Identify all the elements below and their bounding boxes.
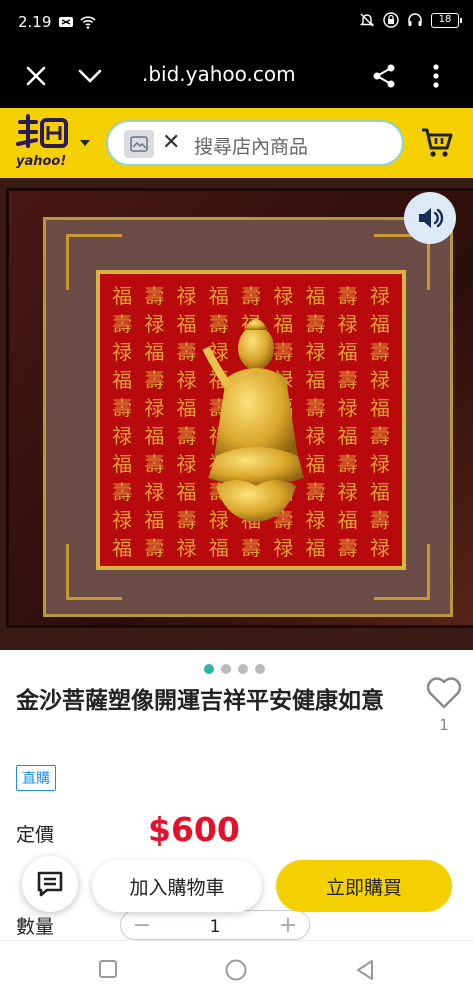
increment-button[interactable]: + — [273, 913, 303, 938]
image-carousel-indicator — [204, 664, 265, 674]
product-image[interactable]: 福壽禄福壽禄福壽禄 壽禄福壽禄福壽禄福 禄福壽禄福壽禄福壽 福壽禄福壽禄福壽禄 … — [0, 178, 473, 650]
speaker-icon — [419, 208, 444, 228]
recent-apps-icon[interactable] — [98, 959, 118, 979]
caret-down-icon[interactable] — [80, 140, 90, 146]
buy-now-button[interactable]: 立即購買 — [276, 860, 452, 912]
quantity-label: 數量 — [16, 916, 55, 938]
logo-mark-icon — [16, 114, 68, 148]
headphones-icon — [408, 13, 422, 26]
red-panel: 福壽禄福壽禄福壽禄 壽禄福壽禄福壽禄福 禄福壽禄福壽禄福壽 福壽禄福壽禄福壽禄 … — [96, 270, 406, 570]
chevron-down-icon — [78, 69, 102, 83]
favorite-count: 1 — [439, 716, 449, 734]
close-icon — [26, 66, 46, 86]
image-search-icon[interactable] — [124, 130, 154, 158]
frame: 福壽禄福壽禄福壽禄 壽禄福壽禄福壽禄福 禄福壽禄福壽禄福壽 福壽禄福壽禄福壽禄 … — [6, 188, 473, 628]
notification-icon — [59, 17, 73, 27]
close-button[interactable] — [20, 60, 52, 92]
wifi-icon — [80, 16, 96, 29]
price-value: $600 — [148, 810, 240, 849]
carousel-dot[interactable] — [221, 664, 231, 674]
more-vert-icon — [433, 64, 439, 88]
shopping-cart-icon — [422, 128, 453, 157]
yahoo-auction-logo[interactable]: yahoo! — [14, 114, 76, 174]
carousel-dot[interactable] — [238, 664, 248, 674]
bodhisattva-statue — [202, 319, 304, 522]
store-search-box[interactable]: ✕ 搜尋店內商品 — [106, 120, 404, 166]
url-text[interactable]: .bid.yahoo.com — [142, 62, 296, 86]
back-icon[interactable] — [355, 959, 375, 981]
lock-icon — [383, 12, 399, 28]
chat-button[interactable] — [22, 856, 78, 912]
carousel-dot[interactable] — [204, 664, 214, 674]
product-title: 金沙菩薩塑像開運吉祥平安健康如意 — [16, 688, 384, 714]
clear-search-icon[interactable]: ✕ — [162, 132, 180, 154]
collapse-button[interactable] — [74, 60, 106, 92]
logo-wordmark: yahoo! — [16, 154, 67, 169]
add-to-cart-button[interactable]: 加入購物車 — [92, 860, 262, 912]
search-input[interactable]: 搜尋店內商品 — [194, 132, 308, 159]
system-navigation-bar — [0, 940, 473, 1000]
status-time: 2.19 — [18, 13, 52, 31]
store-header: yahoo! ✕ 搜尋店內商品 — [0, 108, 473, 178]
carousel-dot[interactable] — [255, 664, 265, 674]
chat-icon — [37, 871, 63, 897]
share-button[interactable] — [368, 60, 400, 92]
direct-buy-badge: 直購 — [16, 765, 56, 791]
browser-toolbar: .bid.yahoo.com — [0, 44, 473, 108]
heart-icon — [426, 677, 462, 709]
frame-mat: 福壽禄福壽禄福壽禄 壽禄福壽禄福壽禄福 禄福壽禄福壽禄福壽 福壽禄福壽禄福壽禄 … — [43, 217, 453, 617]
status-bar: 2.19 18 — [0, 0, 473, 44]
more-button[interactable] — [420, 60, 452, 92]
mute-icon — [359, 13, 375, 27]
cart-button[interactable] — [420, 126, 454, 160]
home-icon[interactable] — [225, 959, 247, 981]
price-label: 定價 — [16, 824, 55, 846]
favorite-button[interactable]: 1 — [424, 676, 464, 734]
quantity-stepper: − 1 + — [120, 910, 310, 940]
battery-indicator: 18 — [431, 12, 462, 28]
share-icon — [373, 64, 395, 88]
sound-toggle-button[interactable] — [404, 192, 456, 244]
